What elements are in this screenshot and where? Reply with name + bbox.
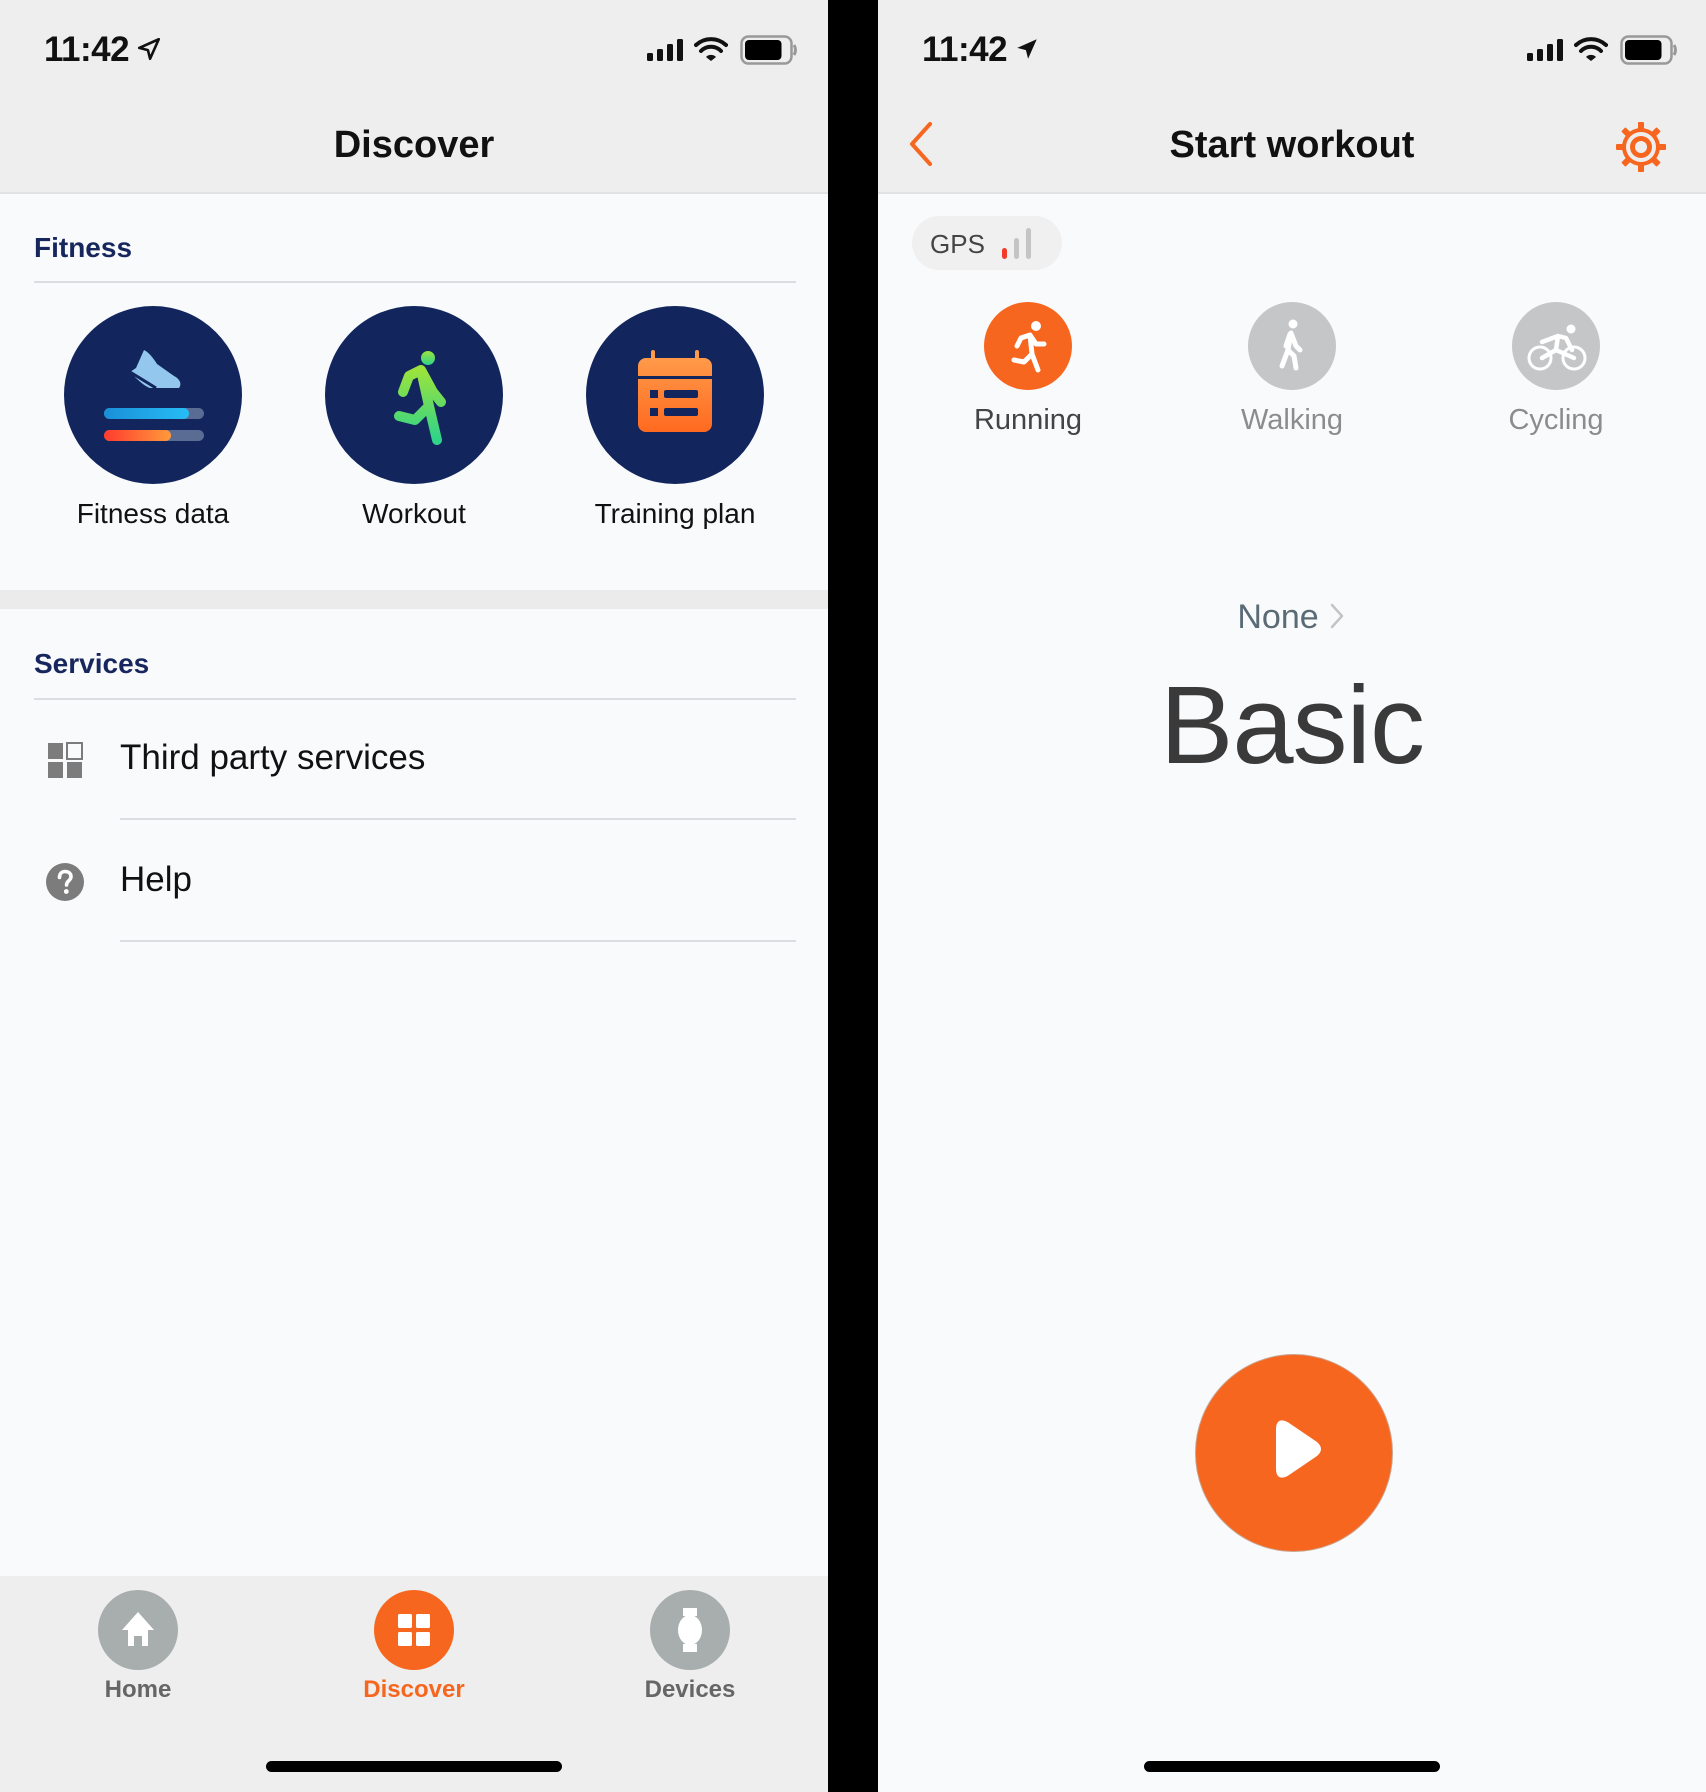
tab-discover[interactable]: Discover — [334, 1590, 494, 1704]
home-indicator — [1144, 1761, 1440, 1772]
list-item-help[interactable]: Help — [0, 820, 828, 942]
row-label: Help — [120, 860, 192, 899]
running-icon — [984, 302, 1072, 390]
location-arrow-icon — [137, 37, 161, 61]
nav-bar: Start workout — [878, 96, 1706, 194]
nav-bar: Discover — [0, 96, 828, 194]
walking-icon — [1248, 302, 1336, 390]
status-bar: 11:42 — [0, 0, 828, 96]
status-time: 11:42 — [922, 30, 1008, 69]
tile-label: Training plan — [594, 498, 756, 529]
tab-bar: Home Discover Devices — [0, 1576, 828, 1792]
sport-cycling[interactable]: Cycling — [1456, 302, 1656, 437]
page-title: Discover — [333, 124, 495, 166]
cellular-signal-icon — [1527, 39, 1563, 61]
start-workout-screen: 11:42 Start workout GPS Running Walking … — [878, 0, 1706, 1792]
home-icon — [98, 1590, 178, 1670]
workout-mode-name: Basic — [1160, 664, 1425, 787]
bottom-area — [878, 1576, 1706, 1792]
workout-tile[interactable]: Workout — [294, 306, 534, 530]
tile-label: Fitness data — [76, 498, 230, 529]
tab-home[interactable]: Home — [58, 1590, 218, 1704]
start-workout-button[interactable] — [1195, 1354, 1393, 1552]
grid-icon — [48, 742, 83, 778]
row-divider — [120, 940, 796, 942]
status-bar: 11:42 — [878, 0, 1706, 96]
training-plan-tile[interactable]: Training plan — [555, 306, 795, 530]
gps-status-badge: GPS — [912, 216, 1062, 270]
services-section-title: Services — [34, 648, 150, 679]
calendar-icon — [586, 306, 764, 484]
gps-signal-icon — [1002, 228, 1031, 259]
section-spacer — [0, 590, 828, 609]
sport-label: Cycling — [1508, 404, 1604, 436]
tab-label: Home — [104, 1676, 172, 1703]
wifi-icon — [1574, 37, 1608, 61]
fitness-section-title: Fitness — [34, 232, 133, 263]
sport-walking[interactable]: Walking — [1192, 302, 1392, 437]
tab-label: Devices — [644, 1676, 736, 1703]
home-indicator — [266, 1761, 562, 1772]
play-icon — [1276, 1420, 1321, 1478]
grid-icon — [374, 1590, 454, 1670]
tile-label: Workout — [362, 498, 466, 529]
page-title: Start workout — [1169, 124, 1415, 166]
fitness-data-icon — [64, 306, 242, 484]
watch-icon — [650, 1590, 730, 1670]
cellular-signal-icon — [647, 39, 683, 61]
cycling-icon — [1512, 302, 1600, 390]
tab-devices[interactable]: Devices — [610, 1590, 770, 1704]
help-icon — [46, 863, 84, 901]
discover-screen: 11:42 Discover Fitness Fitness data Work… — [0, 0, 828, 1792]
battery-icon — [740, 35, 797, 65]
list-item-third-party-services[interactable]: Third party services — [0, 698, 828, 820]
fitness-data-tile[interactable]: Fitness data — [33, 306, 273, 530]
row-label: Third party services — [120, 738, 426, 777]
training-plan-selector[interactable]: None — [878, 598, 1706, 637]
location-arrow-icon — [1017, 39, 1037, 59]
sport-running[interactable]: Running — [928, 302, 1128, 437]
chevron-right-icon — [1330, 603, 1343, 629]
sport-label: Walking — [1240, 404, 1344, 436]
divider — [34, 281, 796, 283]
wifi-icon — [694, 37, 728, 61]
battery-icon — [1620, 35, 1677, 65]
sport-label: Running — [973, 404, 1083, 436]
screen-divider — [828, 0, 878, 1792]
status-time: 11:42 — [44, 30, 130, 69]
plan-selector-value: None — [1237, 598, 1319, 636]
running-figure-icon — [325, 306, 503, 484]
tab-label: Discover — [363, 1676, 465, 1703]
gear-icon[interactable] — [1614, 120, 1668, 174]
gps-label: GPS — [930, 229, 985, 259]
